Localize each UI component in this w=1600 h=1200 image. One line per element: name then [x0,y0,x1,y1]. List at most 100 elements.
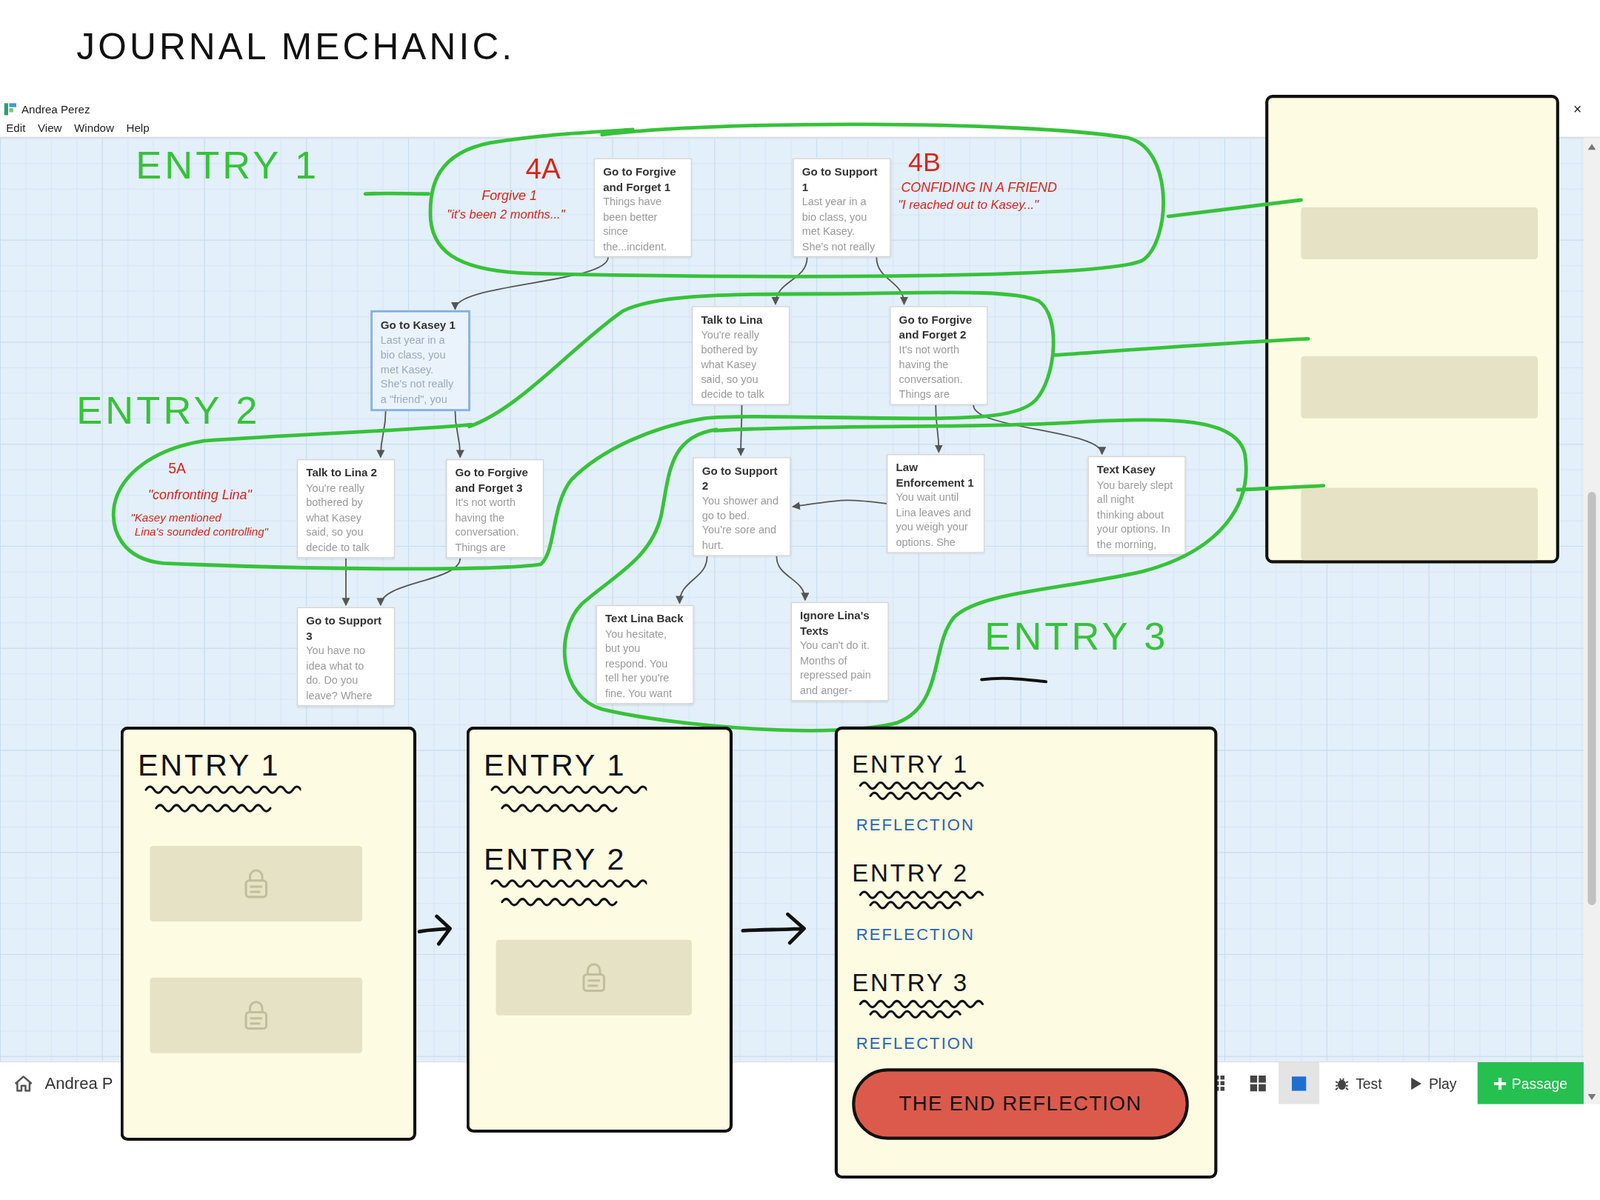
passage-excerpt: Last year in a [802,194,884,209]
connector-line [1168,200,1301,217]
journal-page: ENTRY 1REFLECTIONENTRY 2REFLECTIONENTRY … [834,726,1218,1179]
close-button[interactable]: × [1573,102,1582,117]
button-label: Play [1428,1074,1458,1092]
passage-excerpt: Months of [800,652,882,668]
note-text: "it's been 2 months..." [446,208,565,221]
toolbar-actions: Test Play Passage [1196,1062,1584,1104]
locked-entry [495,940,692,1016]
journal-slot [1300,207,1538,260]
passage-title: Go to Support 3 [305,613,388,643]
play-button[interactable]: Play [1396,1062,1472,1104]
passage-excerpt: It's not worth [454,494,537,510]
reflection-heading: REFLECTION [856,924,975,944]
passage-card[interactable]: Text Lina BackYou hesitate,but yourespon… [595,605,694,705]
menu-item[interactable]: Edit [5,121,26,135]
journal-slot [1300,356,1538,419]
passage-card[interactable]: Go to Forgive and Forget 3It's not worth… [445,459,544,559]
play-icon [1410,1076,1423,1091]
menu-item[interactable]: View [37,121,63,135]
page: JOURNAL MECHANIC.Andrea Perez×EditViewWi… [0,0,1600,1200]
passage-card[interactable]: Go to Forgive and Forget 2It's not worth… [889,305,988,406]
note-tag: 4A [525,154,560,184]
twine-logo-icon [4,102,18,116]
menu-item[interactable]: Window [74,121,115,135]
passage-excerpt: You shower and [702,492,784,508]
passage-excerpt: Last year in a [380,331,463,347]
passage-title: Text Lina Back [605,611,687,626]
passage-card[interactable]: Talk to Lina 2You're reallybothered bywh… [297,459,395,559]
passage-title: Go to Forgive and Forget 2 [899,312,981,343]
link-arrow [380,558,460,606]
passage-title: Go to Kasey 1 [380,317,463,332]
reflection-heading: REFLECTION [856,1034,975,1054]
passage-excerpt: Things are [899,385,981,401]
passage-excerpt: the...incident. [602,238,685,254]
link-arrow [454,257,609,309]
scribble-lines [143,780,301,818]
scrollbar-thumb[interactable] [1587,491,1596,906]
scroll-up-icon [1587,143,1596,150]
entry-loop [430,124,1164,277]
passage-excerpt: and anger- [800,682,882,698]
passage-excerpt: you weigh your [895,519,978,535]
passage-excerpt: tell her you're [605,670,687,686]
zoom-button[interactable] [1237,1062,1278,1104]
zoom-button[interactable] [1278,1062,1320,1104]
page-heading: JOURNAL MECHANIC. [0,0,1600,100]
note-text: "I reached out to Kasey..." [897,199,1039,212]
passage-excerpt: decide to talk [700,385,783,401]
passage-excerpt: thinking about [1097,506,1179,522]
passage-title: Ignore Lina's Texts [800,608,882,638]
passage-card[interactable]: Go to Kasey 1Last year in abio class, yo… [371,311,469,411]
passage-card[interactable]: Law Enforcement 1You wait untilLina leav… [886,454,985,554]
passage-excerpt: leave? Where [305,687,388,703]
passage-excerpt: You wait until [895,489,978,505]
passage-excerpt: a "friend", you [380,391,463,406]
project-name: Andrea P [45,1074,114,1093]
passage-excerpt: having the [454,509,537,525]
locked-entry [149,845,363,922]
lock-icon [576,960,612,995]
passage-excerpt: idea what to [305,657,388,673]
test-button[interactable]: Test [1319,1062,1397,1104]
note-tag: 4B [908,148,941,176]
passage-excerpt: your options. In [1097,521,1179,537]
passage-excerpt: bothered by [700,341,783,357]
passage-excerpt: what Kasey [305,509,388,525]
passage-title: Go to Support 1 [802,164,884,195]
passage-title: Go to Forgive and Forget 3 [454,465,537,495]
home-icon[interactable] [14,1074,33,1092]
passage-card[interactable]: Go to Support 1Last year in abio class, … [792,158,891,258]
entry-heading: ENTRY 1 [851,751,969,777]
link-arrow [380,410,386,458]
link-arrow [775,257,808,304]
entry-heading: ENTRY 3 [851,971,969,996]
passage-excerpt: said, so you [305,524,388,540]
passage-card[interactable]: Go to Support 3You have noidea what todo… [297,607,395,707]
passage-excerpt: She's not really [802,238,884,254]
link-arrow [454,410,460,458]
plus-icon [1493,1077,1506,1090]
passage-card[interactable]: Talk to LinaYou're reallybothered bywhat… [691,305,790,406]
add-button[interactable]: Passage [1477,1062,1584,1104]
underline-mark [981,678,1046,683]
button-label: Test [1355,1074,1382,1092]
link-arrow [876,257,904,304]
passage-card[interactable]: Ignore Lina's TextsYou can't do it.Month… [791,602,889,702]
link-arrow [973,405,1103,455]
menu-item[interactable]: Help [125,121,149,135]
zoom-medium-icon [1249,1074,1266,1092]
passage-excerpt: You're really [700,327,783,343]
passage-card[interactable]: Text KaseyYou barely sleptall nightthink… [1087,456,1186,556]
passage-excerpt: hurt. [702,537,784,552]
passage-excerpt: You barely slept [1097,477,1179,492]
passage-excerpt: Things have [602,194,685,209]
passage-card[interactable]: Go to Support 2You shower andgo to bed.Y… [692,457,791,557]
note-tag: 5A [168,461,186,476]
passage-title: Go to Forgive and Forget 1 [602,164,685,195]
passage-excerpt: conversation. [899,371,981,386]
passage-card[interactable]: Go to Forgive and Forget 1Things havebee… [594,158,692,258]
ending-reflection[interactable]: THE END REFLECTION [851,1068,1189,1140]
vertical-scrollbar[interactable] [1583,137,1600,1105]
passage-excerpt: since [602,223,685,239]
